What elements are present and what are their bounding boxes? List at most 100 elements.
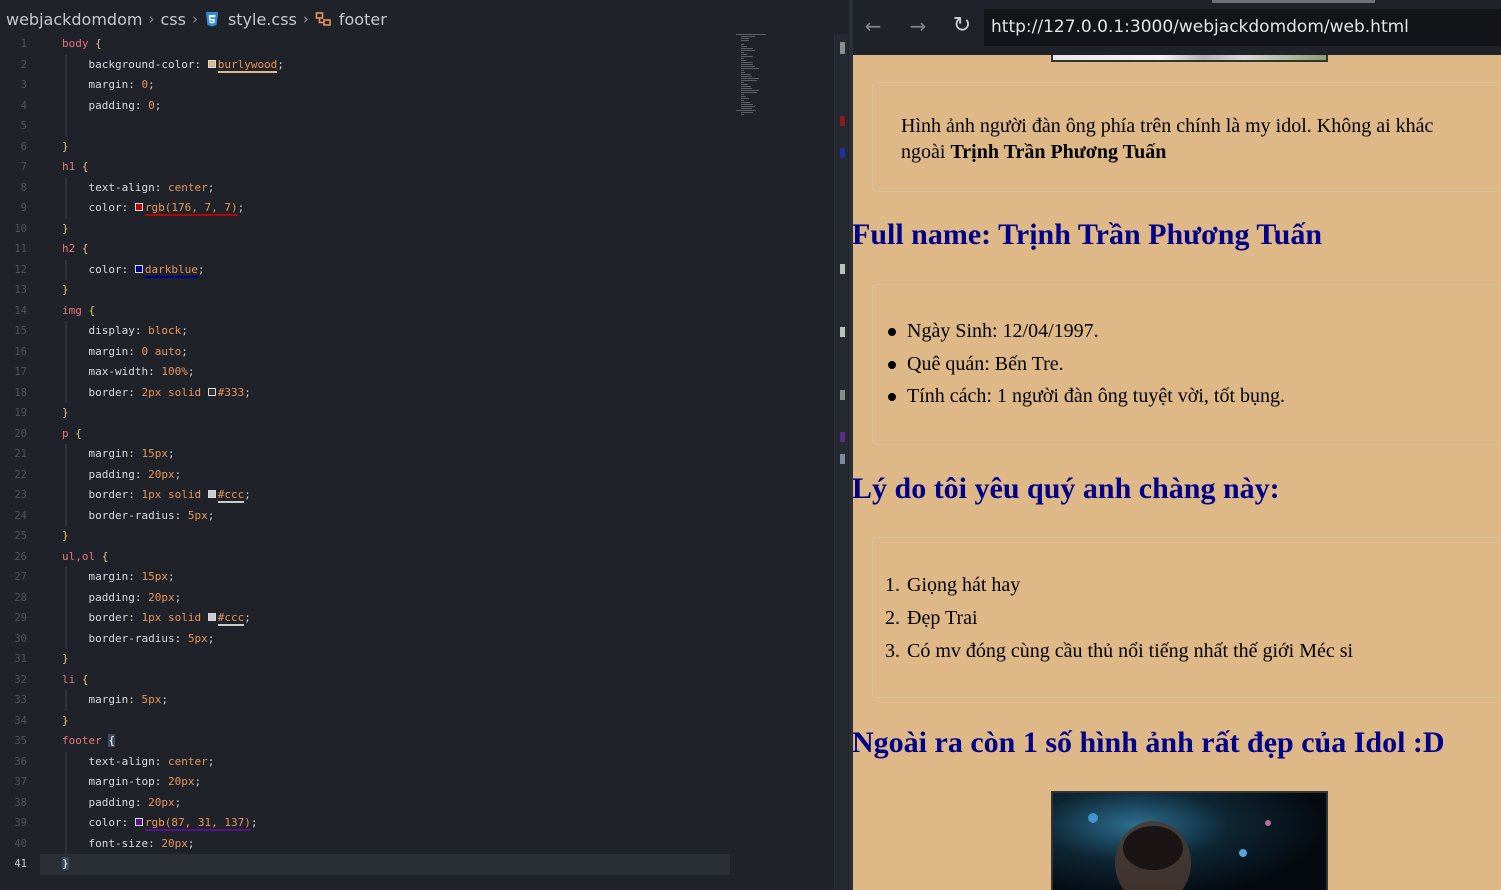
code-text[interactable]: text-align: center; — [62, 752, 214, 773]
code-line[interactable]: 34} — [0, 711, 835, 732]
code-line[interactable]: 4 padding: 0; — [0, 96, 835, 117]
code-line[interactable]: 32 li { — [0, 670, 835, 691]
code-line[interactable]: 19} — [0, 403, 835, 424]
code-line[interactable]: 22 padding: 20px; — [0, 465, 835, 486]
code-line[interactable]: 7 h1 { — [0, 157, 835, 178]
code-text[interactable]: margin: 15px; — [62, 444, 174, 465]
forward-arrow-icon[interactable]: → — [905, 13, 931, 39]
code-text[interactable]: text-align: center; — [62, 178, 214, 199]
code-text[interactable]: } — [62, 854, 69, 875]
code-text[interactable]: h2 { — [62, 239, 89, 260]
code-line[interactable]: 5 — [0, 116, 835, 137]
code-line[interactable]: 40 font-size: 20px; — [0, 834, 835, 855]
code-text[interactable]: border: 2px solid #333; — [62, 383, 250, 404]
code-text[interactable]: } — [62, 711, 69, 732]
code-line[interactable]: 23 border: 1px solid #ccc; — [0, 485, 835, 506]
code-line[interactable]: 35 footer { — [0, 731, 835, 752]
code-line[interactable]: 30 border-radius: 5px; — [0, 629, 835, 650]
code-text[interactable]: display: block; — [62, 321, 187, 342]
code-line[interactable]: 13} — [0, 280, 835, 301]
code-text[interactable]: border: 1px solid #ccc; — [62, 485, 251, 506]
color-swatch[interactable] — [134, 818, 143, 826]
code-text[interactable]: body { — [62, 34, 102, 55]
reload-icon[interactable]: ↻ — [949, 13, 975, 39]
code-text[interactable]: background-color: burlywood; — [62, 55, 284, 76]
back-arrow-icon[interactable]: ← — [860, 13, 886, 39]
code-text[interactable]: } — [62, 280, 69, 301]
code-text[interactable]: } — [62, 649, 69, 670]
code-text[interactable]: } — [62, 137, 69, 158]
code-text[interactable]: padding: 20px; — [62, 793, 181, 814]
code-line[interactable]: 1 body { — [0, 34, 835, 55]
code-line[interactable]: 14 img { — [0, 301, 835, 322]
code-line[interactable]: 21 margin: 15px; — [0, 444, 835, 465]
code-line[interactable]: 12 color: darkblue; — [0, 260, 835, 281]
code-text[interactable]: border: 1px solid #ccc; — [62, 608, 251, 629]
code-line[interactable]: 36 text-align: center; — [0, 752, 835, 773]
code-text[interactable]: } — [62, 526, 69, 547]
code-text[interactable]: margin: 5px; — [62, 690, 168, 711]
code-line[interactable]: 10} — [0, 219, 835, 240]
code-text[interactable]: font-size: 20px; — [62, 834, 194, 855]
color-swatch[interactable] — [134, 264, 143, 273]
code-line[interactable]: 11 h2 { — [0, 239, 835, 260]
code-text[interactable]: color: rgb(176, 7, 7); — [62, 198, 244, 219]
breadcrumb-file[interactable]: style.css — [228, 10, 297, 29]
code-line[interactable]: 15 display: block; — [0, 321, 835, 342]
editor-scrollbar[interactable] — [834, 34, 848, 890]
code-line[interactable]: 26 ul,ol { — [0, 547, 835, 568]
code-text[interactable]: } — [62, 403, 69, 424]
code-line[interactable]: 25} — [0, 526, 835, 547]
code-text[interactable]: ul,ol { — [62, 547, 108, 568]
code-text[interactable]: color: darkblue; — [62, 260, 204, 281]
scrollbar-thumb[interactable] — [840, 42, 845, 54]
code-line[interactable]: 37 margin-top: 20px; — [0, 772, 835, 793]
code-line[interactable]: 20 p { — [0, 424, 835, 445]
code-text[interactable]: max-width: 100%; — [62, 362, 194, 383]
code-text[interactable]: h1 { — [62, 157, 89, 178]
code-text[interactable]: color: rgb(87, 31, 137); — [62, 813, 257, 834]
code-line[interactable]: 24 border-radius: 5px; — [0, 506, 835, 527]
breadcrumb-folder[interactable]: webjackdomdom — [6, 10, 142, 29]
code-text[interactable]: li { — [62, 670, 89, 691]
color-swatch[interactable] — [207, 59, 216, 68]
address-bar[interactable]: http://127.0.0.1:3000/webjackdomdom/web.… — [984, 9, 1501, 46]
code-line[interactable]: 28 padding: 20px; — [0, 588, 835, 609]
color-swatch[interactable] — [207, 387, 216, 396]
code-line[interactable]: 3 margin: 0; — [0, 75, 835, 96]
color-swatch[interactable] — [207, 613, 216, 621]
code-text[interactable]: border-radius: 5px; — [62, 629, 214, 650]
code-line[interactable]: 18 border: 2px solid #333; — [0, 383, 835, 404]
code-line[interactable]: 31} — [0, 649, 835, 670]
breadcrumb-subfolder[interactable]: css — [160, 10, 185, 29]
code-text[interactable]: } — [62, 219, 69, 240]
code-line[interactable]: 38 padding: 20px; — [0, 793, 835, 814]
code-line[interactable]: 9 color: rgb(176, 7, 7); — [0, 198, 835, 219]
code-line[interactable]: 6} — [0, 137, 835, 158]
code-text[interactable]: img { — [62, 301, 95, 322]
code-line[interactable]: 27 margin: 15px; — [0, 567, 835, 588]
code-text[interactable]: margin-top: 20px; — [62, 772, 201, 793]
code-text[interactable]: margin: 15px; — [62, 567, 174, 588]
code-text[interactable]: padding: 0; — [62, 96, 161, 117]
code-text[interactable]: margin: 0 auto; — [62, 342, 187, 363]
code-line[interactable]: 39 color: rgb(87, 31, 137); — [0, 813, 835, 834]
code-line[interactable]: 41} — [0, 854, 835, 875]
color-swatch[interactable] — [134, 203, 143, 211]
code-text[interactable]: margin: 0; — [62, 75, 154, 96]
minimap[interactable] — [736, 34, 776, 124]
code-line[interactable]: 29 border: 1px solid #ccc; — [0, 608, 835, 629]
code-line[interactable]: 8 text-align: center; — [0, 178, 835, 199]
code-text[interactable]: p { — [62, 424, 82, 445]
code-area[interactable]: 1 body {2 background-color: burlywood; 3 m… — [0, 34, 835, 890]
code-editor[interactable]: webjackdomdom › css › style.css › footer… — [0, 0, 851, 890]
code-text[interactable]: padding: 20px; — [62, 465, 181, 486]
code-text[interactable]: footer { — [62, 731, 115, 752]
color-swatch[interactable] — [207, 490, 216, 498]
code-text[interactable]: border-radius: 5px; — [62, 506, 214, 527]
code-line[interactable]: 16 margin: 0 auto; — [0, 342, 835, 363]
code-line[interactable]: 33 margin: 5px; — [0, 690, 835, 711]
code-text[interactable]: padding: 20px; — [62, 588, 181, 609]
breadcrumb-symbol[interactable]: footer — [339, 10, 387, 29]
code-line[interactable]: 17 max-width: 100%; — [0, 362, 835, 383]
